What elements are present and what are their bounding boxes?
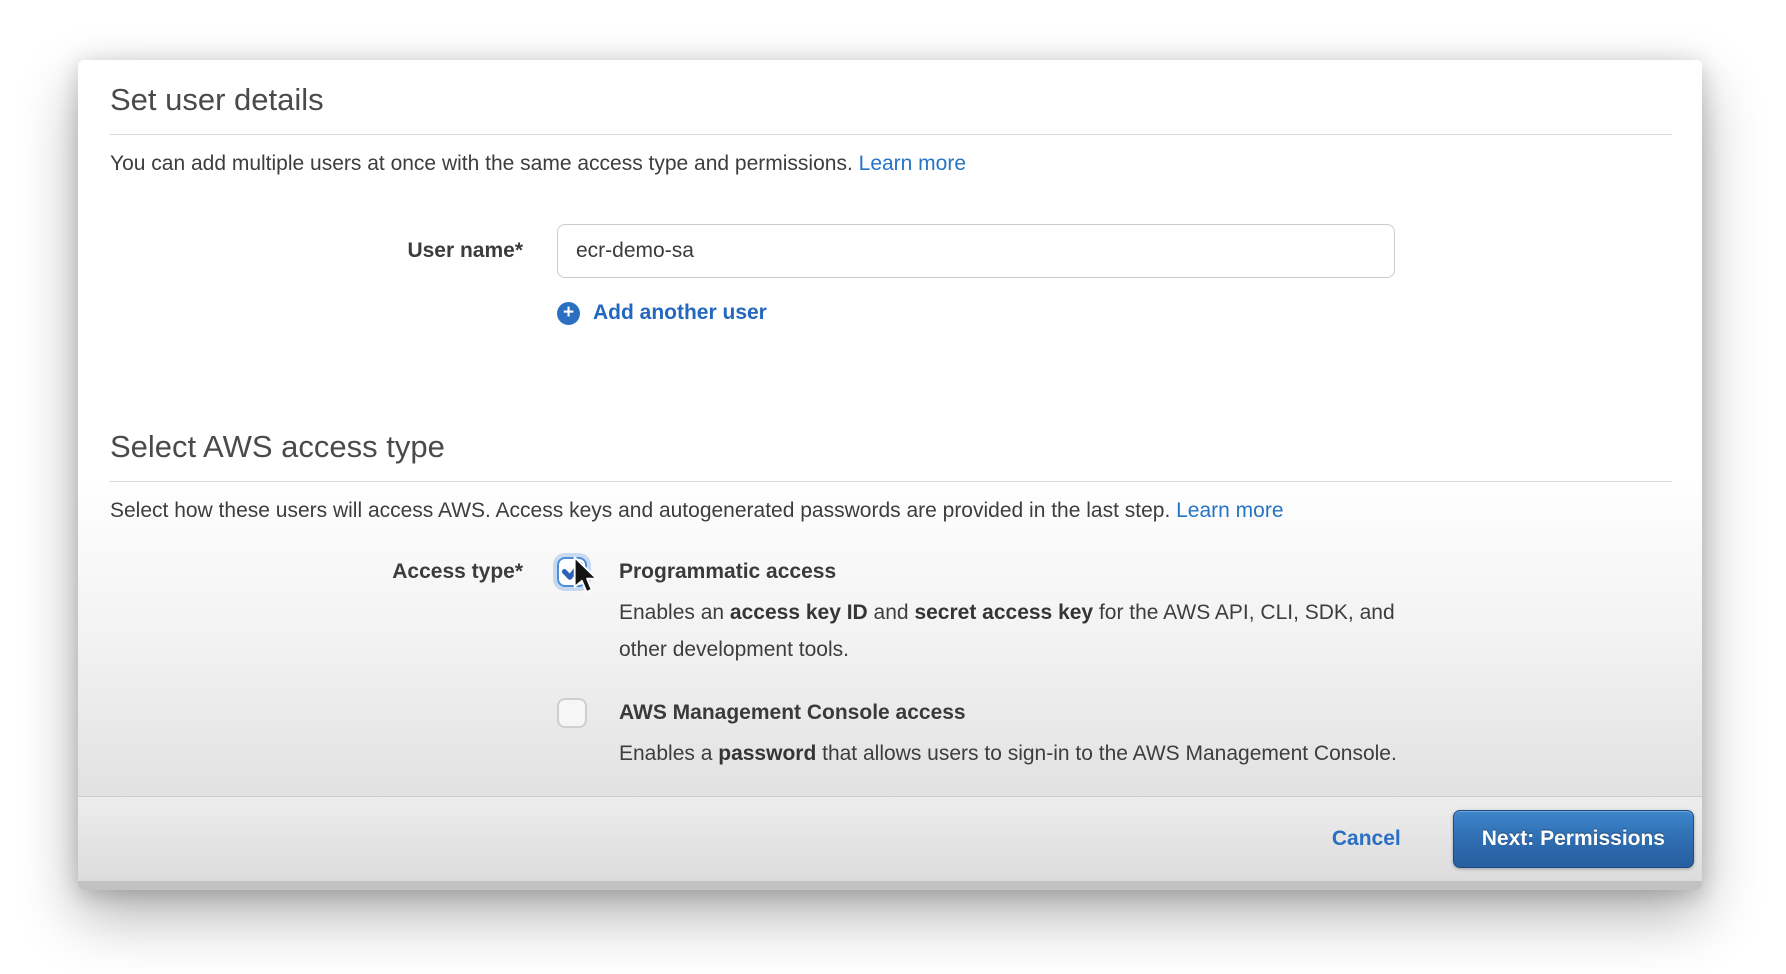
access-type-row: Access type* Programmatic access — [110, 557, 1672, 772]
next-permissions-button[interactable]: Next: Permissions — [1453, 810, 1694, 868]
programmatic-access-text: Programmatic access Enables an access ke… — [619, 557, 1395, 668]
user-details-description-text: You can add multiple users at once with … — [110, 152, 859, 175]
access-type-options: Programmatic access Enables an access ke… — [557, 557, 1397, 772]
programmatic-access-title: Programmatic access — [619, 557, 1395, 587]
cancel-button[interactable]: Cancel — [1332, 827, 1401, 851]
add-user-panel: Set user details You can add multiple us… — [78, 60, 1702, 890]
console-access-checkbox[interactable] — [557, 698, 587, 728]
desc-text: other development tools. — [619, 638, 849, 661]
section-access-type: Select AWS access type Select how these … — [110, 425, 1672, 772]
access-type-label: Access type* — [110, 557, 523, 587]
desc-text: and — [868, 601, 915, 624]
option-console-access: AWS Management Console access Enables a … — [557, 698, 1397, 772]
access-type-description-text: Select how these users will access AWS. … — [110, 499, 1176, 522]
desc-bold: password — [718, 742, 816, 765]
plus-icon: + — [557, 302, 580, 325]
desc-text: Enables an — [619, 601, 730, 624]
user-name-row: User name* — [110, 224, 1672, 278]
option-programmatic-access: Programmatic access Enables an access ke… — [557, 557, 1397, 668]
divider — [110, 481, 1672, 482]
desc-bold: access key ID — [730, 601, 868, 624]
programmatic-access-checkbox[interactable] — [557, 557, 587, 587]
panel-content: Set user details You can add multiple us… — [78, 60, 1702, 772]
wizard-footer-actions: Cancel Next: Permissions — [78, 797, 1702, 881]
page-title: Set user details — [110, 78, 1672, 121]
learn-more-link-user-details[interactable]: Learn more — [859, 152, 966, 175]
console-access-text: AWS Management Console access Enables a … — [619, 698, 1397, 772]
divider — [110, 134, 1672, 135]
access-type-description: Select how these users will access AWS. … — [110, 497, 1672, 524]
user-details-description: You can add multiple users at once with … — [110, 150, 1672, 177]
add-another-user-button[interactable]: + Add another user — [557, 301, 767, 325]
desc-text: that allows users to sign-in to the AWS … — [816, 742, 1397, 765]
desc-bold: secret access key — [914, 601, 1093, 624]
footer-bottom-strip — [78, 881, 1702, 890]
desc-text: for the AWS API, CLI, SDK, and — [1093, 601, 1395, 624]
checkmark-icon — [559, 558, 585, 584]
console-access-description: Enables a password that allows users to … — [619, 735, 1397, 772]
access-type-title: Select AWS access type — [110, 425, 1672, 468]
console-access-title: AWS Management Console access — [619, 698, 1397, 728]
wizard-footer: Cancel Next: Permissions — [78, 796, 1702, 890]
add-another-user-label: Add another user — [593, 301, 767, 325]
user-name-label: User name* — [110, 239, 523, 263]
programmatic-access-description: Enables an access key ID and secret acce… — [619, 594, 1395, 668]
section-user-details: Set user details You can add multiple us… — [110, 78, 1672, 325]
page: Set user details You can add multiple us… — [0, 0, 1786, 974]
desc-text: Enables a — [619, 742, 718, 765]
user-name-input[interactable] — [557, 224, 1395, 278]
learn-more-link-access-type[interactable]: Learn more — [1176, 499, 1283, 522]
